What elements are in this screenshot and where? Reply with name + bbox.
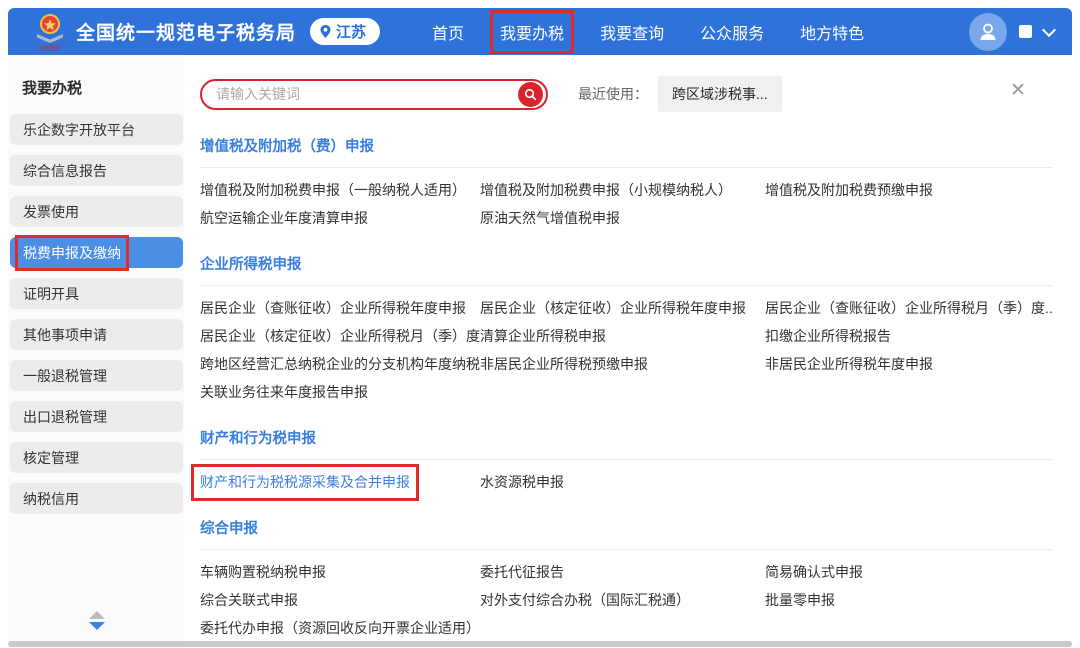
list-item[interactable]: 委托代征报告 xyxy=(480,563,564,582)
sidebar-item-other-matters[interactable]: 其他事项申请 xyxy=(10,319,183,350)
sidebar-item-general-refund[interactable]: 一般退税管理 xyxy=(10,360,183,391)
section-heading: 财产和行为税申报 xyxy=(200,427,1052,460)
sidebar-item-tax-credit[interactable]: 纳税信用 xyxy=(10,483,183,514)
list-item[interactable]: 简易确认式申报 xyxy=(765,563,863,582)
username-redacted-block xyxy=(1019,25,1032,38)
main-panel: 最近使用： 跨区域涉税事... ✕ 增值税及附加税（费）申报 增值税及附加税费申… xyxy=(185,55,1072,642)
section-corporate-income-tax: 企业所得税申报 居民企业（查账征收）企业所得税年度申报 居民企业（核定征收）企业… xyxy=(200,253,1052,402)
list-item[interactable]: 居民企业（查账征收）企业所得税月（季）度... xyxy=(765,299,1052,318)
sidebar-item-tax-declaration[interactable]: 税费申报及缴纳 xyxy=(10,237,183,268)
list-item[interactable]: 居民企业（核定征收）企业所得税月（季）度... xyxy=(200,327,480,346)
nav-local-features[interactable]: 地方特色 xyxy=(800,20,864,44)
list-item[interactable]: 综合关联式申报 xyxy=(200,591,298,610)
user-area xyxy=(969,13,1054,51)
section-items: 居民企业（查账征收）企业所得税年度申报 居民企业（核定征收）企业所得税年度申报 … xyxy=(200,299,1052,402)
sidebar-item-leqi-platform[interactable]: 乐企数字开放平台 xyxy=(10,114,183,145)
list-item[interactable]: 航空运输企业年度清算申报 xyxy=(200,209,368,228)
list-item[interactable]: 批量零申报 xyxy=(765,591,835,610)
nav-tax-services[interactable]: 我要办税 xyxy=(500,20,564,44)
list-item[interactable]: 扣缴企业所得税报告 xyxy=(765,327,891,346)
list-item[interactable]: 居民企业（核定征收）企业所得税年度申报 xyxy=(480,299,746,318)
list-item[interactable]: 清算企业所得税申报 xyxy=(480,327,606,346)
sidebar-title: 我要办税 xyxy=(8,55,185,114)
nav-public-services[interactable]: 公众服务 xyxy=(700,20,764,44)
sidebar-item-invoice-use[interactable]: 发票使用 xyxy=(10,196,183,227)
list-item[interactable]: 原油天然气增值税申报 xyxy=(480,209,620,228)
location-pin-icon xyxy=(319,24,332,39)
recent-used-label: 最近使用： xyxy=(578,84,648,104)
list-item[interactable]: 非居民企业所得税年度申报 xyxy=(765,355,933,374)
avatar[interactable] xyxy=(969,13,1007,51)
list-item[interactable]: 跨地区经营汇总纳税企业的分支机构年度纳税... xyxy=(200,355,480,374)
user-icon xyxy=(977,21,999,43)
tax-bureau-logo-icon: 中国税务 xyxy=(34,13,66,51)
section-items: 车辆购置税纳税申报 委托代征报告 简易确认式申报 综合关联式申报 对外支付综合办… xyxy=(200,563,1052,638)
section-property-behavior-tax: 财产和行为税申报 财产和行为税税源采集及合并申报 水资源税申报 xyxy=(200,427,1052,492)
section-heading: 增值税及附加税（费）申报 xyxy=(200,135,1052,168)
scroll-down-icon[interactable] xyxy=(89,622,105,630)
list-item[interactable]: 非居民企业所得税预缴申报 xyxy=(480,355,648,374)
list-item[interactable]: 水资源税申报 xyxy=(480,473,564,492)
svg-text:中国税务: 中国税务 xyxy=(39,44,62,51)
search-input-wrapper xyxy=(200,79,548,110)
sidebar: 我要办税 乐企数字开放平台 综合信息报告 发票使用 税费申报及缴纳 证明开具 其… xyxy=(8,55,185,642)
brand: 中国税务 全国统一规范电子税务局 江苏 xyxy=(34,13,380,51)
nav-query[interactable]: 我要查询 xyxy=(600,20,664,44)
sidebar-item-certificate-issue[interactable]: 证明开具 xyxy=(10,278,183,309)
top-nav: 首页 我要办税 我要查询 公众服务 地方特色 xyxy=(432,20,864,44)
section-items: 财产和行为税税源采集及合并申报 水资源税申报 xyxy=(200,473,1052,492)
nav-home[interactable]: 首页 xyxy=(432,20,464,44)
top-header: 中国税务 全国统一规范电子税务局 江苏 首页 我要办税 我要查询 公众服务 地方… xyxy=(8,8,1072,55)
list-item[interactable]: 居民企业（查账征收）企业所得税年度申报 xyxy=(200,299,466,318)
section-vat: 增值税及附加税（费）申报 增值税及附加税费申报（一般纳税人适用） 增值税及附加税… xyxy=(200,135,1052,228)
search-button[interactable] xyxy=(518,82,543,107)
location-selector[interactable]: 江苏 xyxy=(310,18,380,45)
list-item[interactable]: 对外支付综合办税（国际汇税通） xyxy=(480,591,690,610)
list-item[interactable]: 委托代办申报（资源回收反向开票企业适用） xyxy=(200,619,480,638)
list-item[interactable]: 增值税及附加税费申报（一般纳税人适用） xyxy=(200,181,466,200)
scroll-up-icon[interactable] xyxy=(89,611,105,619)
sidebar-item-export-refund[interactable]: 出口退税管理 xyxy=(10,401,183,432)
section-items: 增值税及附加税费申报（一般纳税人适用） 增值税及附加税费申报（小规模纳税人） 增… xyxy=(200,181,1052,228)
section-heading: 企业所得税申报 xyxy=(200,253,1052,286)
location-label: 江苏 xyxy=(336,21,366,42)
horizontal-scrollbar[interactable] xyxy=(8,641,1072,647)
search-icon xyxy=(524,88,537,101)
search-input[interactable] xyxy=(216,86,518,102)
list-item-property-tax-source-collection[interactable]: 财产和行为税税源采集及合并申报 xyxy=(200,473,410,492)
list-item[interactable]: 增值税及附加税费预缴申报 xyxy=(765,181,933,200)
recent-item-chip[interactable]: 跨区域涉税事... xyxy=(658,76,782,112)
chevron-down-icon[interactable] xyxy=(1042,22,1056,36)
sidebar-scroll-controls xyxy=(89,611,105,630)
section-comprehensive-declaration: 综合申报 车辆购置税纳税申报 委托代征报告 简易确认式申报 综合关联式申报 对外… xyxy=(200,517,1052,638)
section-heading: 综合申报 xyxy=(200,517,1052,550)
list-item[interactable]: 关联业务往来年度报告申报 xyxy=(200,383,368,402)
sidebar-item-assessment-mgmt[interactable]: 核定管理 xyxy=(10,442,183,473)
app-title: 全国统一规范电子税务局 xyxy=(76,18,296,45)
list-item[interactable]: 增值税及附加税费申报（小规模纳税人） xyxy=(480,181,732,200)
list-item[interactable]: 车辆购置税纳税申报 xyxy=(200,563,326,582)
sidebar-item-info-report[interactable]: 综合信息报告 xyxy=(10,155,183,186)
search-row: 最近使用： 跨区域涉税事... ✕ xyxy=(200,78,1052,110)
close-icon[interactable]: ✕ xyxy=(1010,81,1026,100)
